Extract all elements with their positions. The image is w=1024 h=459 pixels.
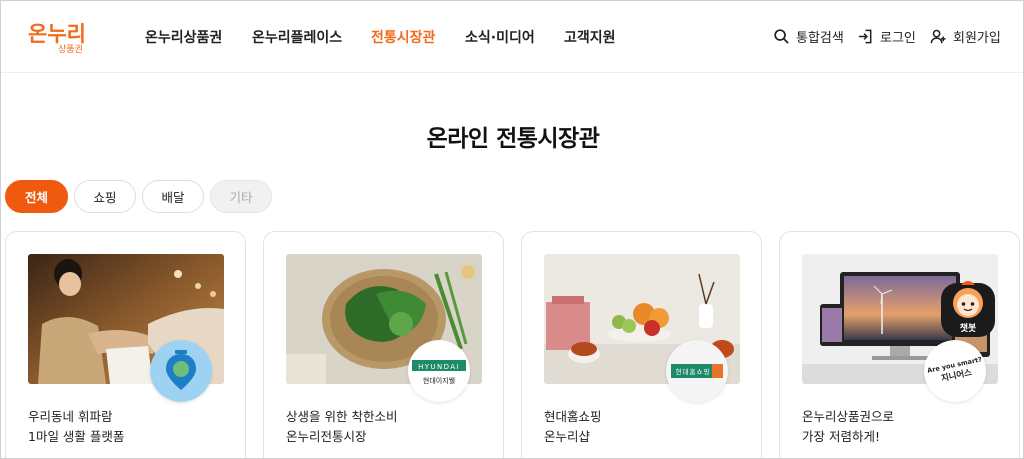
signup-label: 회원가입 bbox=[953, 31, 1001, 46]
search-label: 통합검색 bbox=[796, 31, 844, 46]
tab-delivery[interactable]: 배달 bbox=[142, 180, 204, 213]
nav-item-place[interactable]: 온누리플레이스 bbox=[252, 27, 342, 47]
chatbot-button[interactable]: 챗봇 bbox=[939, 277, 997, 341]
tab-etc[interactable]: 기타 bbox=[210, 180, 272, 213]
search-link[interactable]: 통합검색 bbox=[773, 27, 844, 46]
login-label: 로그인 bbox=[880, 31, 916, 46]
site-header: 온누리 상품권 온누리상품권 온누리플레이스 전통시장관 소식·미디어 고객지원… bbox=[1, 1, 1023, 73]
homeshopping-badge-text: 현대홈쇼핑 bbox=[676, 367, 711, 376]
logo-sub-text: 상품권 bbox=[58, 43, 83, 55]
card-subtitle: 1마일 생활 플랫폼 bbox=[28, 429, 125, 444]
nav-item-support[interactable]: 고객지원 bbox=[564, 27, 616, 47]
nav-item-vouchers[interactable]: 온누리상품권 bbox=[145, 27, 222, 47]
card-title: 상생을 위한 착한소비 bbox=[286, 409, 398, 424]
chatbot-icon: 챗봇 bbox=[941, 281, 995, 337]
chatbot-label: 챗봇 bbox=[960, 322, 977, 334]
user-plus-icon bbox=[930, 29, 946, 44]
whiparam-badge bbox=[150, 340, 212, 402]
card-title: 온누리상품권으로 bbox=[802, 409, 895, 424]
market-card-genius[interactable]: Are you smart? 지니어스 온누리상품권으로 가장 저렴하게! bbox=[779, 231, 1020, 458]
page-title: 온라인 전통시장관 bbox=[426, 126, 600, 152]
login-link[interactable]: 로그인 bbox=[857, 27, 916, 46]
card-subtitle: 온누리전통시장 bbox=[286, 429, 367, 444]
logo-main-text: 온누리 bbox=[28, 22, 86, 46]
card-title: 현대홈쇼핑 bbox=[544, 409, 602, 424]
signup-link[interactable]: 회원가입 bbox=[930, 27, 1001, 46]
page-frame: 온누리 상품권 온누리상품권 온누리플레이스 전통시장관 소식·미디어 고객지원… bbox=[0, 0, 1024, 459]
hyundai-badge-text: HYUNDAI bbox=[418, 363, 460, 371]
tab-shopping[interactable]: 쇼핑 bbox=[74, 180, 136, 213]
hyundai-ezwel-badge: HYUNDAI 현대이지웰 bbox=[408, 340, 470, 402]
nav-item-traditional-market[interactable]: 전통시장관 bbox=[371, 27, 435, 47]
card-subtitle: 온누리샵 bbox=[544, 429, 591, 444]
search-icon bbox=[774, 29, 789, 44]
login-icon bbox=[858, 29, 872, 44]
card-title: 우리동네 휘파람 bbox=[28, 409, 113, 424]
card-subtitle: 가장 저렴하게! bbox=[802, 429, 880, 444]
onnuri-logo[interactable]: 온누리 상품권 bbox=[28, 19, 92, 57]
hyundai-homeshopping-badge: 현대홈쇼핑 bbox=[666, 340, 728, 402]
market-card-whiparam[interactable]: 우리동네 휘파람 1마일 생활 플랫폼 bbox=[5, 231, 246, 458]
tab-all[interactable]: 전체 bbox=[5, 180, 68, 213]
nav-item-news-media[interactable]: 소식·미디어 bbox=[465, 27, 535, 47]
hyundai-badge-sub: 현대이지웰 bbox=[423, 376, 455, 385]
market-card-hyundai-homeshopping[interactable]: 현대홈쇼핑 현대홈쇼핑 온누리샵 bbox=[521, 231, 762, 458]
genius-badge: Are you smart? 지니어스 bbox=[924, 340, 986, 402]
market-card-hyundai-ezwel[interactable]: HYUNDAI 현대이지웰 상생을 위한 착한소비 온누리전통시장 bbox=[263, 231, 504, 458]
category-filter-tabs: 전체 쇼핑 배달 기타 bbox=[5, 180, 272, 213]
